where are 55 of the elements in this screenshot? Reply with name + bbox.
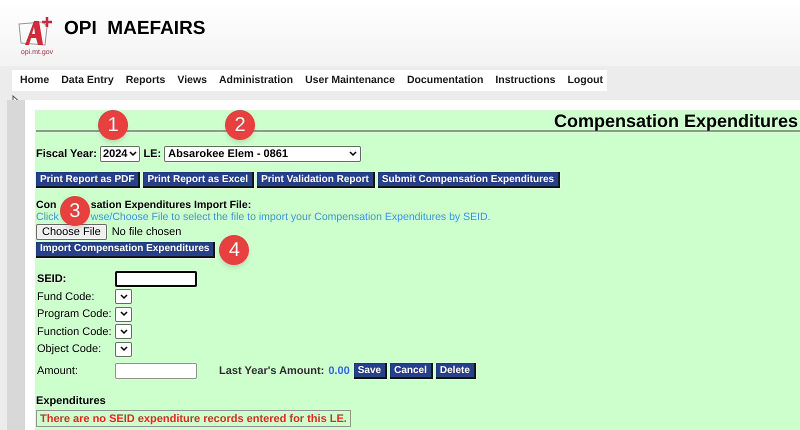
callout-badge: 3 — [60, 196, 90, 226]
nav-link[interactable]: Documentation — [406, 72, 484, 88]
import-label: sation Expenditures Import File: — [90, 199, 252, 211]
choose-file-button[interactable]: Choose File — [36, 224, 107, 240]
page-title: Compensation Expenditures — [554, 110, 799, 130]
fiscal-year-select[interactable]: 2024 — [100, 146, 140, 162]
import-label: Con — [36, 199, 56, 211]
section-title: Expenditures — [36, 395, 106, 407]
callout-badge: 2 — [225, 110, 255, 140]
form-button[interactable]: Cancel — [390, 363, 433, 379]
import-button[interactable]: Import Compensation Expenditures — [36, 242, 216, 258]
chevron-down-icon — [120, 294, 128, 300]
le-label: LE: — [143, 146, 162, 162]
field-label: Function Code: — [37, 324, 113, 340]
field-label: Fund Code: — [37, 290, 96, 304]
callout-badge: 4 — [219, 234, 250, 264]
nav-link[interactable]: Views — [177, 72, 207, 88]
chevron-down-icon — [120, 328, 128, 335]
last-year-label: Last Year's Amount: — [219, 364, 324, 379]
import-hint: Click — [36, 211, 59, 223]
form-button[interactable]: Save — [354, 363, 388, 379]
input-field[interactable] — [115, 271, 197, 288]
code-select[interactable] — [115, 324, 132, 340]
input-field[interactable] — [115, 363, 197, 379]
nav-link[interactable]: Administration — [218, 72, 294, 88]
field-label: Object Code: — [37, 342, 102, 357]
chevron-down-icon — [349, 151, 358, 157]
fiscal-year-label: Fiscal Year: — [36, 146, 97, 162]
nav-link[interactable]: Data Entry — [61, 72, 114, 88]
chevron-down-icon — [129, 151, 138, 157]
error-message: There are no SEID expenditure records entered for this LE. — [36, 410, 351, 426]
chevron-down-icon — [120, 346, 128, 352]
action-button[interactable]: Print Report as Excel — [143, 172, 254, 188]
field-label: Program Code: — [37, 307, 113, 322]
code-select[interactable] — [115, 289, 132, 304]
action-button[interactable]: Print Validation Report — [257, 172, 375, 188]
import-hint: wse/Choose File to select the file to import your Compensation Expenditures by SEID. — [90, 211, 491, 223]
field-label: Amount: — [37, 364, 79, 379]
callout-badge: 1 — [98, 110, 128, 140]
nav-link[interactable]: Instructions — [495, 72, 556, 88]
app-title: OPI MAEFAIRS — [64, 16, 206, 41]
le-select[interactable]: Absarokee Elem - 0861 — [164, 146, 362, 162]
code-select[interactable] — [115, 342, 132, 357]
field-label: SEID: — [37, 272, 68, 287]
nav-link[interactable]: User Maintenance — [305, 72, 395, 88]
code-select[interactable] — [115, 306, 132, 322]
chevron-down-icon — [120, 311, 128, 318]
nav-link[interactable]: Logout — [567, 72, 604, 88]
nav-link[interactable]: Reports — [126, 72, 166, 88]
action-button[interactable]: Print Report as PDF — [36, 172, 140, 188]
file-status: No file chosen — [112, 225, 182, 240]
last-year-value: 0.00 — [328, 364, 350, 379]
nav-link[interactable]: Home — [20, 72, 50, 88]
action-button[interactable]: Submit Compensation Expenditures — [378, 172, 560, 188]
form-button[interactable]: Delete — [436, 363, 476, 379]
